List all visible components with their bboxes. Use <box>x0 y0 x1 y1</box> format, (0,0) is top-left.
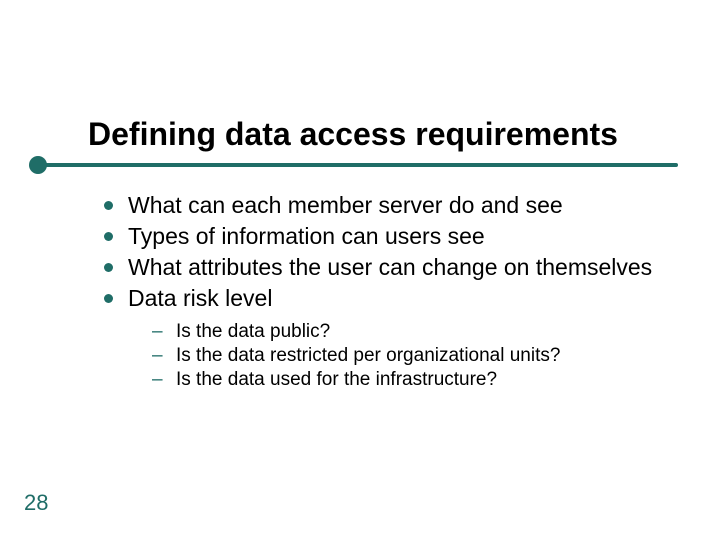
sub-bullet-item: Is the data public? <box>152 320 690 344</box>
sub-bullet-list: Is the data public? Is the data restrict… <box>100 320 690 393</box>
sub-bullet-item: Is the data used for the infrastructure? <box>152 368 690 392</box>
slide-title: Defining data access requirements <box>88 116 618 153</box>
page-number: 28 <box>24 490 48 516</box>
bullet-list: What can each member server do and see T… <box>100 191 690 314</box>
bullet-item: Data risk level <box>100 284 690 314</box>
bullet-item: What attributes the user can change on t… <box>100 253 690 283</box>
title-underline <box>42 163 678 167</box>
sub-bullet-item: Is the data restricted per organizationa… <box>152 344 690 368</box>
bullet-item: Types of information can users see <box>100 222 690 252</box>
slide: Defining data access requirements What c… <box>0 0 720 540</box>
bullet-item: What can each member server do and see <box>100 191 690 221</box>
body-area: What can each member server do and see T… <box>100 190 690 393</box>
